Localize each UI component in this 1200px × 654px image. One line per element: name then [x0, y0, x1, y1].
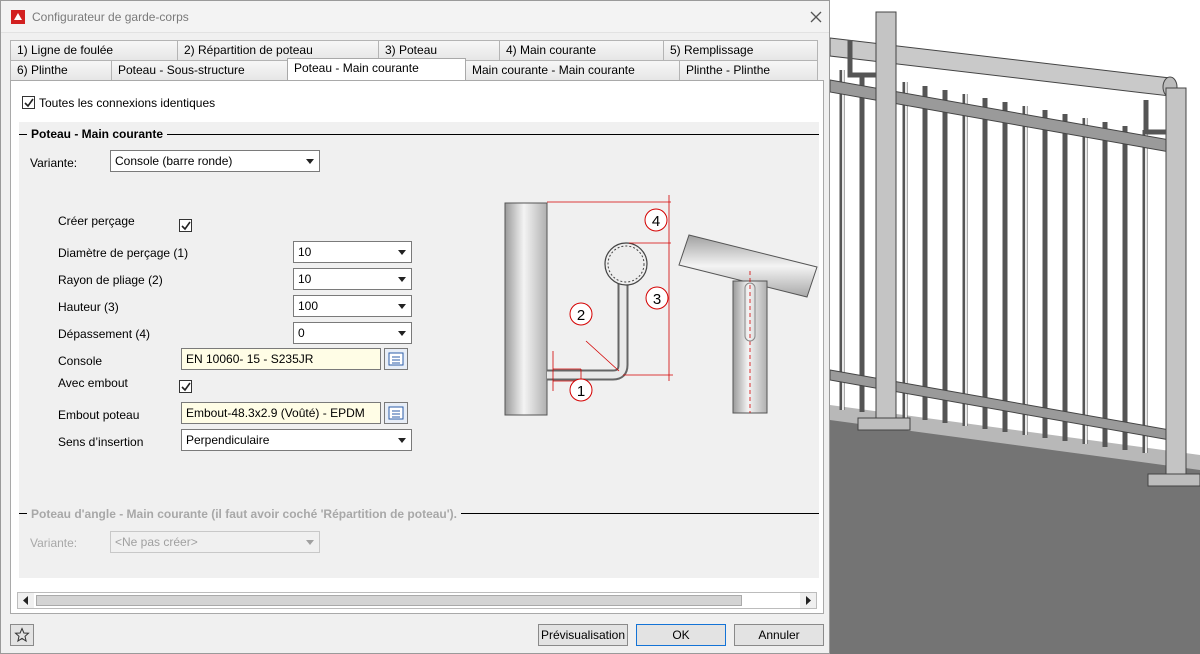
- post-endcap-value: Embout-48.3x2.9 (Voûté) - EPDM: [186, 406, 365, 420]
- post-endcap-label: Embout poteau: [58, 408, 140, 422]
- chevron-down-icon: [398, 331, 406, 336]
- chevron-down-icon: [306, 159, 314, 164]
- create-drilling-checkbox[interactable]: [179, 219, 192, 232]
- insert-direction-label: Sens d’insertion: [58, 435, 144, 449]
- console-browse-button[interactable]: [384, 348, 408, 370]
- tab-poteau-main-courante[interactable]: Poteau - Main courante: [287, 58, 466, 80]
- tab-poteau[interactable]: 3) Poteau: [378, 40, 500, 60]
- tab-plinthe[interactable]: 6) Plinthe: [10, 60, 112, 80]
- favorite-button[interactable]: [10, 624, 34, 646]
- tab-panel: Toutes les connexions identiques Poteau …: [10, 80, 824, 614]
- variant-label: Variante:: [30, 156, 78, 170]
- scroll-right-button[interactable]: [800, 593, 816, 608]
- preview-button[interactable]: Prévisualisation: [538, 624, 628, 646]
- tab-ligne-de-foulee[interactable]: 1) Ligne de foulée: [10, 40, 178, 60]
- scroll-thumb[interactable]: [36, 595, 742, 606]
- with-endcap-checkbox[interactable]: [179, 380, 192, 393]
- chevron-down-icon: [398, 277, 406, 282]
- title-bar: Configurateur de garde-corps: [1, 1, 829, 33]
- tab-plinthe-plinthe[interactable]: Plinthe - Plinthe: [679, 60, 818, 80]
- with-endcap-label: Avec embout: [58, 376, 128, 390]
- tab-repartition-poteau[interactable]: 2) Répartition de poteau: [177, 40, 379, 60]
- variant-select[interactable]: Console (barre ronde): [110, 150, 320, 172]
- angle-variant-select[interactable]: <Ne pas créer>: [110, 531, 320, 553]
- insert-direction-value: Perpendiculaire: [186, 433, 270, 447]
- bend-radius-value: 10: [298, 272, 312, 286]
- section-title-main: Poteau - Main courante: [27, 127, 168, 141]
- marker-1: 1: [577, 383, 585, 400]
- angle-variant-label: Variante:: [30, 536, 78, 550]
- all-identical-checkbox[interactable]: [22, 96, 35, 109]
- connection-diagram: 3 4 1 2: [504, 195, 818, 416]
- ok-button[interactable]: OK: [636, 624, 726, 646]
- drill-diameter-select[interactable]: 10: [293, 241, 412, 263]
- tab-main-courante[interactable]: 4) Main courante: [499, 40, 664, 60]
- post-endcap-field[interactable]: Embout-48.3x2.9 (Voûté) - EPDM: [181, 402, 381, 424]
- marker-3: 3: [653, 291, 661, 308]
- angle-variant-value: <Ne pas créer>: [115, 535, 198, 549]
- insert-direction-select[interactable]: Perpendiculaire: [181, 429, 412, 451]
- bend-radius-select[interactable]: 10: [293, 268, 412, 290]
- overhang-select[interactable]: 0: [293, 322, 412, 344]
- height-select[interactable]: 100: [293, 295, 412, 317]
- height-label: Hauteur (3): [58, 300, 119, 314]
- catalog-icon: [388, 352, 404, 366]
- tab-poteau-sous-structure[interactable]: Poteau - Sous-structure: [111, 60, 288, 80]
- drill-diameter-label: Diamètre de perçage (1): [58, 246, 189, 260]
- chevron-down-icon: [398, 438, 406, 443]
- post-endcap-browse-button[interactable]: [384, 402, 408, 424]
- checkmark-icon: [181, 382, 191, 392]
- app-logo-icon: [11, 10, 25, 24]
- star-icon: [14, 627, 30, 643]
- bend-radius-label: Rayon de pliage (2): [58, 273, 163, 287]
- catalog-icon: [388, 406, 404, 420]
- drill-diameter-value: 10: [298, 245, 312, 259]
- horizontal-scrollbar[interactable]: [17, 592, 817, 609]
- checkmark-icon: [24, 98, 34, 108]
- variant-value: Console (barre ronde): [115, 154, 233, 168]
- scroll-left-button[interactable]: [18, 593, 34, 608]
- chevron-down-icon: [306, 540, 314, 545]
- console-value: EN 10060- 15 - S235JR: [186, 352, 314, 366]
- section-title-angle: Poteau d'angle - Main courante (il faut …: [27, 507, 461, 521]
- chevron-down-icon: [398, 304, 406, 309]
- tab-remplissage[interactable]: 5) Remplissage: [663, 40, 818, 60]
- checkmark-icon: [181, 221, 191, 231]
- overhang-value: 0: [298, 326, 305, 340]
- overhang-label: Dépassement (4): [58, 327, 151, 341]
- close-icon[interactable]: [807, 8, 825, 26]
- console-field[interactable]: EN 10060- 15 - S235JR: [181, 348, 381, 370]
- tab-main-courante-main-courante[interactable]: Main courante - Main courante: [465, 60, 680, 80]
- chevron-down-icon: [398, 250, 406, 255]
- marker-2: 2: [577, 307, 585, 324]
- triangle-right-icon: [806, 596, 811, 605]
- marker-4: 4: [652, 213, 660, 230]
- all-identical-label: Toutes les connexions identiques: [39, 96, 216, 110]
- cancel-button[interactable]: Annuler: [734, 624, 824, 646]
- triangle-left-icon: [23, 596, 28, 605]
- height-value: 100: [298, 299, 319, 313]
- railing-configurator-dialog: Configurateur de garde-corps 1) Ligne de…: [0, 0, 830, 654]
- window-title: Configurateur de garde-corps: [32, 10, 189, 24]
- console-label: Console: [58, 354, 103, 368]
- create-drilling-label: Créer perçage: [58, 214, 135, 228]
